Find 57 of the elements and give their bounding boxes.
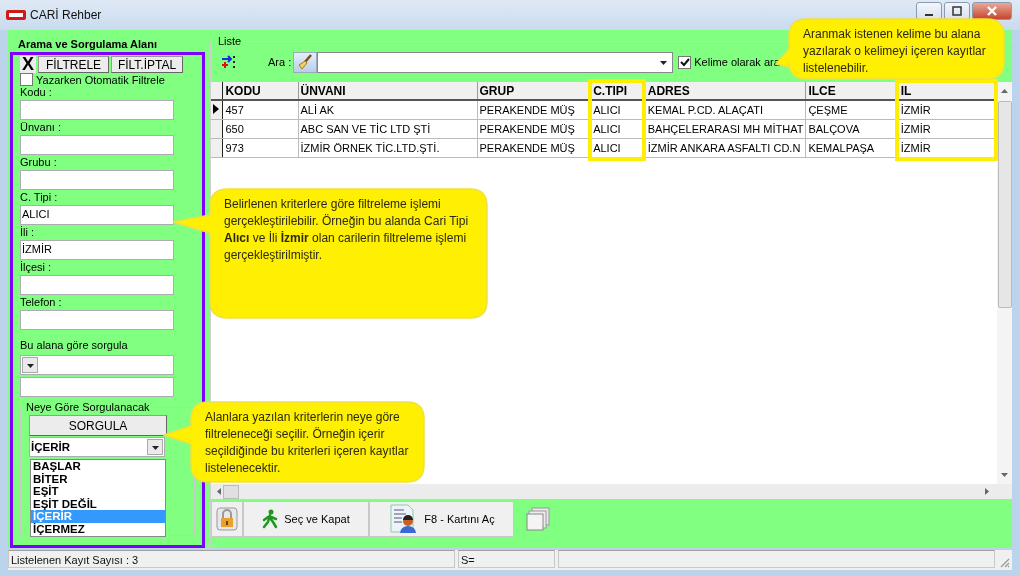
- field-label: İli :: [20, 226, 36, 239]
- table-cell: ALICI: [590, 119, 646, 139]
- field-label: Grubu :: [20, 156, 58, 169]
- field-label: Ünvanı :: [20, 121, 62, 134]
- dropdown-option[interactable]: EŞİT DEĞİL: [31, 497, 165, 511]
- input-field[interactable]: ALICI: [20, 205, 174, 225]
- clear-button[interactable]: X: [20, 56, 36, 73]
- dropdown-field[interactable]: İÇERİR: [29, 437, 165, 457]
- dropdown-option[interactable]: İÇERMEZ: [31, 522, 165, 536]
- checkbox-label: Yazarken Otomatik Filtrele: [36, 73, 165, 86]
- dropdown-option[interactable]: BAŞLAR: [31, 460, 165, 473]
- tooltip-text: Alanlara yazılan kriterlerin neye göre filtreleneceği seçilir. Örneğin içerir seçildiğinde bu kriterleri içeren kayıtlar listelenecektir.: [205, 409, 409, 477]
- field-label: Bu alana göre sorgula: [20, 339, 129, 352]
- group-title: Neye Göre Sorgulanacak: [25, 401, 151, 413]
- table-cell: ALİ AK: [298, 100, 478, 120]
- status-text: S=: [458, 550, 555, 568]
- table-cell: PERAKENDE MÜŞ: [477, 100, 591, 120]
- panel-title: Arama ve Sorgulama Alanı: [18, 38, 158, 52]
- table-cell: ABC SAN VE TİC LTD ŞTİ: [298, 119, 478, 139]
- table-cell: İZMİR: [898, 138, 997, 158]
- table-cell: PERAKENDE MÜŞ: [477, 119, 591, 139]
- window-title: CARİ Rehber: [30, 8, 102, 22]
- input-field[interactable]: İZMİR: [20, 240, 174, 260]
- toolbar-button[interactable]: Seç ve Kapat: [243, 501, 369, 537]
- table-cell: 973: [222, 138, 298, 158]
- search-label: Ara :: [268, 56, 292, 68]
- cancel-filter-button[interactable]: FİLT.İPTAL: [111, 56, 183, 73]
- tooltip-text: Belirlenen kriterlere göre filtreleme işlemi gerçekleştirilebilir. Örneğin bu alanda Cari Tipi Alıcı ve İli İzmir olan carilerin filtreleme işlemi gerçekleştirilmiştir.: [224, 196, 470, 264]
- table-cell: KEMAL P.CD. ALAÇATI: [645, 100, 806, 120]
- group-title: Liste: [217, 35, 243, 47]
- table-cell: İZMİR: [898, 100, 997, 120]
- table-cell: PERAKENDE MÜŞ: [477, 138, 591, 158]
- field-label: Kodu :: [20, 86, 53, 99]
- table-cell: İZMİR: [898, 119, 997, 139]
- column-header[interactable]: KODU: [222, 82, 298, 100]
- field-label: C. Tipi :: [20, 191, 59, 204]
- table-cell: BALÇOVA: [805, 119, 899, 139]
- table-cell: ÇEŞME: [805, 100, 899, 120]
- dropdown-option[interactable]: BİTER: [31, 472, 165, 486]
- column-header[interactable]: ÜNVANI: [298, 82, 478, 100]
- tooltip-text: Aranmak istenen kelime bu alana yazılarak o kelimeyi içeren kayıtlar listelenebilir.: [803, 26, 987, 77]
- column-header[interactable]: GRUP: [477, 82, 591, 100]
- query-button[interactable]: SORGULA: [29, 415, 167, 436]
- table-cell: 650: [222, 119, 298, 139]
- toolbar-button[interactable]: F8 - Kartını Aç: [369, 501, 514, 537]
- field-label: Telefon :: [20, 296, 63, 309]
- table-cell: İZMİR ÖRNEK TİC.LTD.ŞTİ.: [298, 138, 478, 158]
- table-cell: ALICI: [590, 138, 646, 158]
- status-text: Listelenen Kayıt Sayısı : 3: [8, 550, 455, 568]
- dropdown-option[interactable]: EŞİT: [31, 485, 165, 498]
- filter-button[interactable]: FİLTRELE: [38, 56, 109, 73]
- table-cell: 457: [222, 100, 298, 120]
- column-header[interactable]: ADRES: [645, 82, 806, 100]
- field-label: İlçesi :: [20, 261, 53, 274]
- table-cell: KEMALPAŞA: [805, 138, 899, 158]
- table-cell: BAHÇELERARASI MH MİTHAT: [645, 119, 806, 139]
- table-cell: İZMİR ANKARA ASFALTI CD.N: [645, 138, 806, 158]
